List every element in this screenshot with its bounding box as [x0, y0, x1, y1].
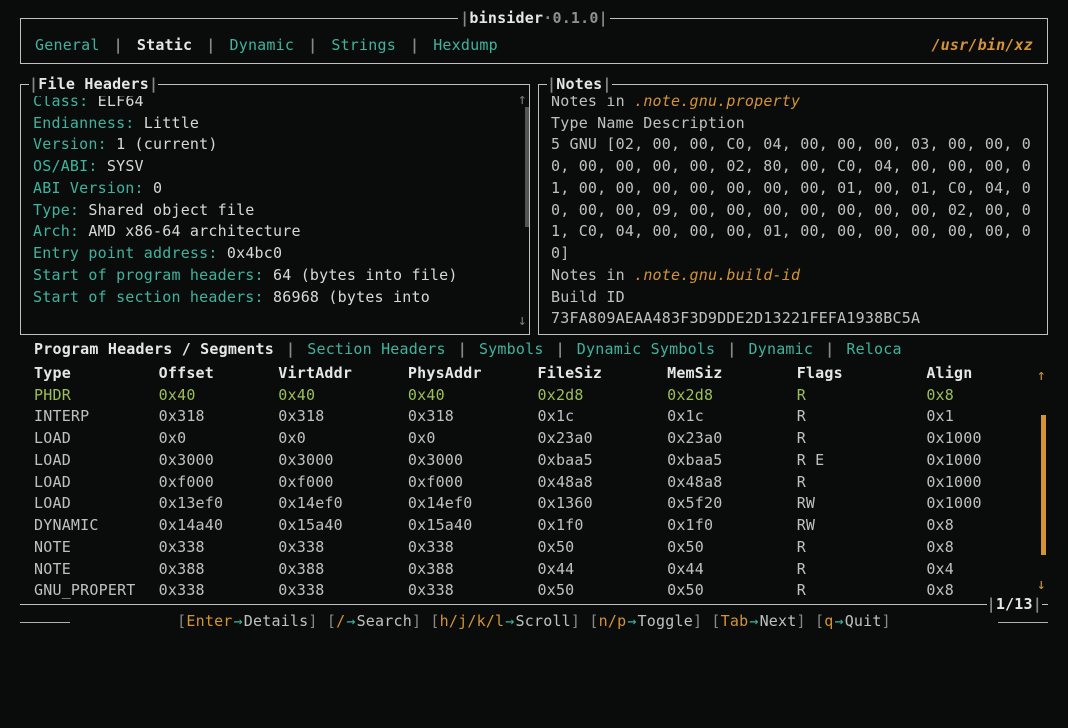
tab-dynamic-symbols[interactable]: Dynamic Symbols: [577, 339, 715, 361]
column-header: Type: [34, 363, 159, 385]
table-row[interactable]: GNU_PROPERT0x3380x3380x3380x500x50R0x8: [34, 580, 1036, 602]
table-row[interactable]: DYNAMIC0x14a400x15a400x15a400x1f00x1f0RW…: [34, 515, 1036, 537]
file-header-row: Arch: AMD x86-64 architecture: [33, 221, 519, 243]
column-header: PhysAddr: [408, 363, 538, 385]
tab-dynamic-section[interactable]: Dynamic: [749, 339, 814, 361]
tab-separator: |: [102, 35, 135, 57]
file-path: /usr/bin/xz: [931, 35, 1035, 57]
table-row[interactable]: PHDR0x400x400x400x2d80x2d8R0x8: [34, 385, 1036, 407]
file-header-row: Start of program headers: 64 (bytes into…: [33, 265, 519, 287]
tab-separator: |: [296, 35, 329, 57]
program-headers-table: ↑ ↓ TypeOffsetVirtAddrPhysAddrFileSizMem…: [20, 363, 1048, 604]
keybind-hint: [q→Quit]: [815, 612, 891, 630]
table-header-row: TypeOffsetVirtAddrPhysAddrFileSizMemSizF…: [34, 363, 1036, 385]
tab-static[interactable]: Static: [135, 35, 194, 57]
tab-strings[interactable]: Strings: [329, 35, 398, 57]
app-title: |binsider·0.1.0|: [458, 8, 610, 30]
scrollbar[interactable]: [1041, 415, 1046, 555]
file-header-row: Start of section headers: 86968 (bytes i…: [33, 287, 519, 309]
table-row[interactable]: INTERP0x3180x3180x3180x1c0x1cR0x1: [34, 406, 1036, 428]
tab-separator: |: [194, 35, 227, 57]
file-header-row: Entry point address: 0x4bc0: [33, 243, 519, 265]
file-headers-panel: |File Headers| ↑ ↓ Class: ELF64Endiannes…: [20, 84, 530, 335]
column-header: FileSiz: [537, 363, 667, 385]
tab-program-headers[interactable]: Program Headers / Segments: [34, 339, 274, 361]
tab-symbols[interactable]: Symbols: [479, 339, 544, 361]
scroll-up-icon[interactable]: ↑: [1037, 365, 1046, 387]
section-tab-bar: Program Headers / Segments | Section Hea…: [20, 337, 1048, 363]
tab-general[interactable]: General: [33, 35, 102, 57]
keybind-hint: [Tab→Next]: [711, 612, 805, 630]
keybind-footer: [Enter→Details] [/→Search] [h/j/k/l→Scro…: [20, 611, 1048, 633]
file-header-row: ABI Version: 0: [33, 178, 519, 200]
scroll-down-icon[interactable]: ↓: [518, 310, 527, 332]
column-header: Offset: [159, 363, 279, 385]
scrollbar[interactable]: [525, 107, 529, 227]
tab-section-headers[interactable]: Section Headers: [307, 339, 445, 361]
notes-panel: |Notes| Notes in .note.gnu.property Type…: [538, 84, 1048, 335]
column-header: Flags: [797, 363, 927, 385]
keybind-hint: [h/j/k/l→Scroll]: [430, 612, 580, 630]
file-header-row: Version: 1 (current): [33, 134, 519, 156]
table-row[interactable]: LOAD0x30000x30000x30000xbaa50xbaa5R E0x1…: [34, 450, 1036, 472]
column-header: MemSiz: [667, 363, 797, 385]
tab-dynamic[interactable]: Dynamic: [227, 35, 296, 57]
pager-divider: |1/13|: [20, 604, 1048, 605]
keybind-hint: [/→Search]: [327, 612, 421, 630]
scroll-down-icon[interactable]: ↓: [1037, 574, 1046, 596]
keybind-hint: [Enter→Details]: [177, 612, 317, 630]
tab-hexdump[interactable]: Hexdump: [431, 35, 500, 57]
file-header-row: Type: Shared object file: [33, 200, 519, 222]
title-bar: |binsider·0.1.0|: [20, 18, 1048, 29]
column-header: VirtAddr: [278, 363, 408, 385]
table-row[interactable]: LOAD0xf0000xf0000xf0000x48a80x48a8R0x100…: [34, 472, 1036, 494]
table-row[interactable]: LOAD0x00x00x00x23a00x23a0R0x1000: [34, 428, 1036, 450]
tab-relocations[interactable]: Reloca: [846, 339, 901, 361]
column-header: Align: [926, 363, 1036, 385]
table-row[interactable]: NOTE0x3380x3380x3380x500x50R0x8: [34, 537, 1036, 559]
tab-separator: |: [398, 35, 431, 57]
file-header-row: Endianness: Little: [33, 113, 519, 135]
keybind-hint: [n/p→Toggle]: [589, 612, 702, 630]
file-header-row: OS/ABI: SYSV: [33, 156, 519, 178]
table-row[interactable]: NOTE0x3880x3880x3880x440x44R0x4: [34, 559, 1036, 581]
top-tab-bar: General | Static | Dynamic | Strings | H…: [20, 29, 1048, 64]
table-row[interactable]: LOAD0x13ef00x14ef00x14ef00x13600x5f20RW0…: [34, 493, 1036, 515]
